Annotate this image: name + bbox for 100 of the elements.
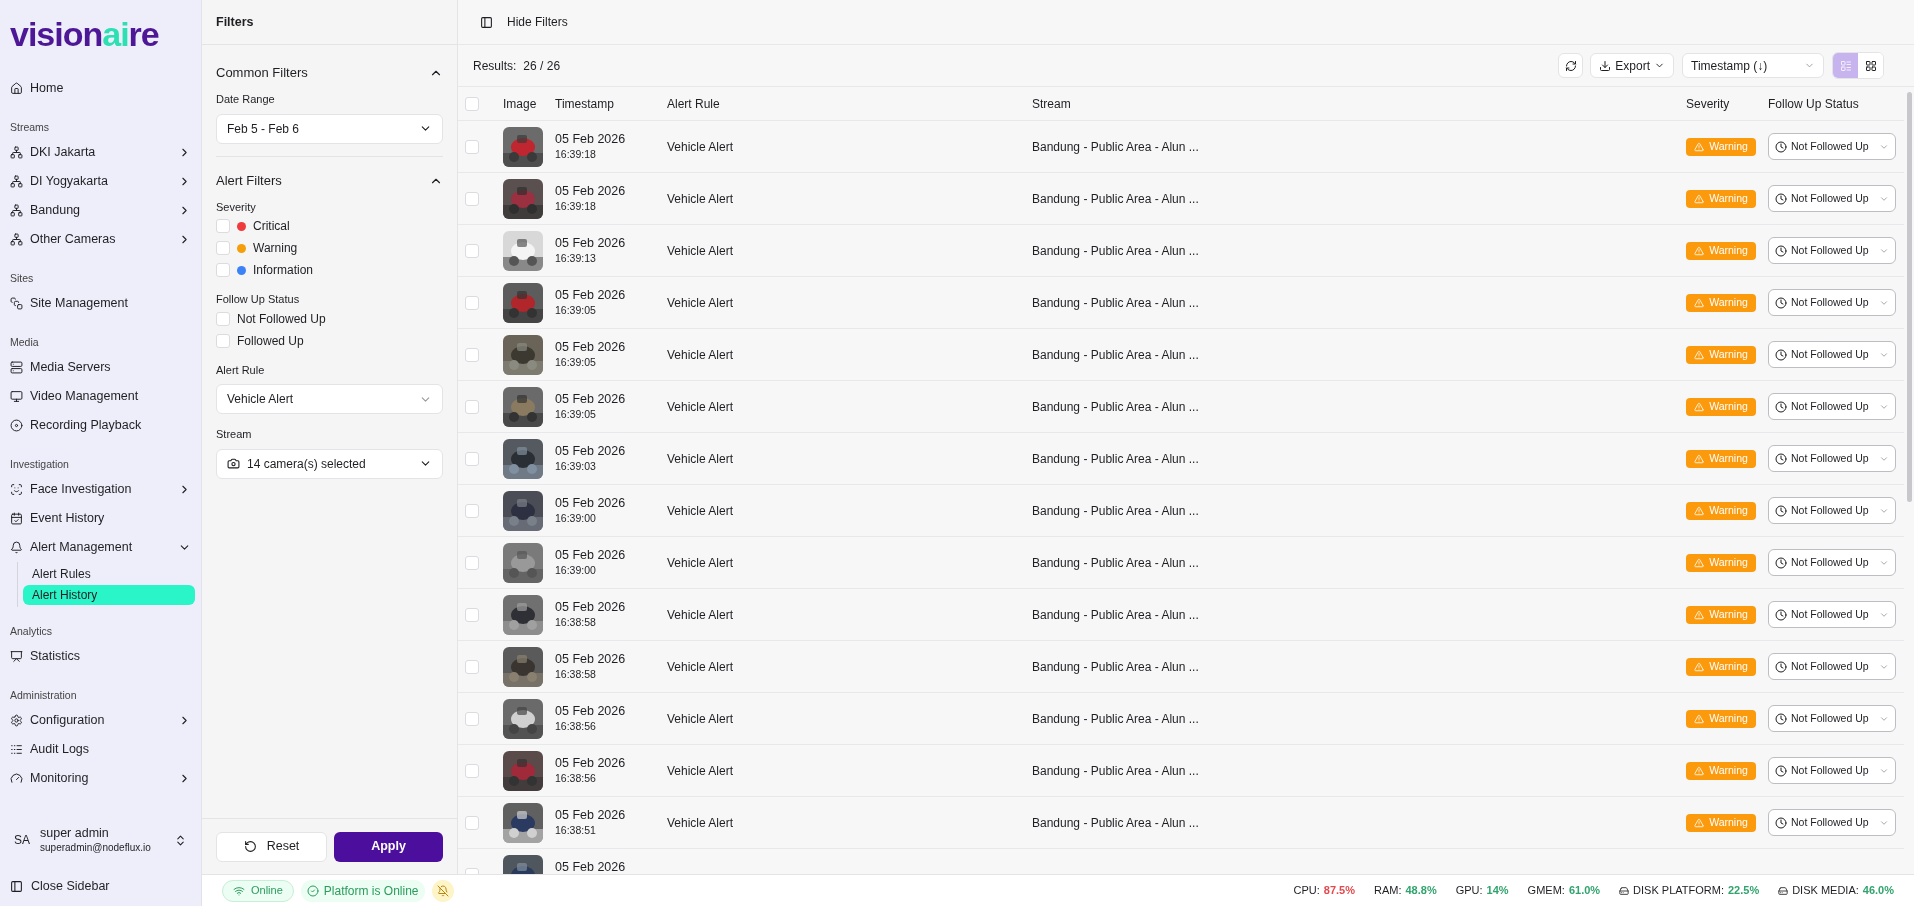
- warning-icon: [1694, 609, 1705, 620]
- follow-up-select[interactable]: Not Followed Up: [1768, 393, 1896, 420]
- severity-badge: Warning: [1686, 189, 1756, 208]
- checkbox[interactable]: [465, 399, 479, 414]
- nav-item[interactable]: Recording Playback: [4, 411, 197, 440]
- severity-badge: Warning: [1686, 397, 1756, 416]
- time-text: 16:38:58: [555, 667, 597, 681]
- clock-icon: [1775, 764, 1787, 777]
- close-sidebar-link[interactable]: Close Sidebar: [31, 876, 110, 896]
- clock-icon: [1775, 556, 1787, 569]
- checkbox[interactable]: [465, 607, 479, 622]
- follow-up-select[interactable]: Not Followed Up: [1768, 601, 1896, 628]
- checkbox[interactable]: [465, 347, 479, 362]
- table-cell-text: Bandung - Public Area - Alun ...: [1032, 138, 1200, 156]
- nav-subitem[interactable]: Alert History: [23, 585, 195, 605]
- nav-item[interactable]: DI Yogyakarta: [4, 167, 197, 196]
- nav-item[interactable]: Home: [4, 74, 197, 103]
- clock-icon: [1775, 296, 1787, 309]
- nav-item[interactable]: Video Management: [4, 382, 197, 411]
- stream-select[interactable]: 14 camera(s) selected: [216, 448, 443, 479]
- severity-badge: Warning: [1686, 605, 1756, 624]
- nav-item[interactable]: Event History: [4, 504, 197, 533]
- time-text: 16:39:13: [555, 251, 597, 265]
- checkbox[interactable]: [465, 503, 479, 518]
- nav-item[interactable]: Site Management: [4, 289, 197, 318]
- platform-status-badge: Platform is Online: [300, 879, 425, 902]
- follow-up-select[interactable]: Not Followed Up: [1768, 341, 1896, 368]
- metric-value: 14%: [1486, 883, 1509, 899]
- checkbox[interactable]: [216, 263, 230, 277]
- checkbox[interactable]: [465, 763, 479, 778]
- checkbox[interactable]: [465, 451, 479, 466]
- warning-icon: [1694, 193, 1705, 204]
- apply-button[interactable]: Apply: [334, 831, 443, 862]
- checkbox[interactable]: [216, 311, 230, 326]
- nav-item[interactable]: Audit Logs: [4, 735, 197, 764]
- panel-icon[interactable]: [480, 15, 493, 29]
- time-text: 16:39:03: [555, 459, 597, 473]
- sort-select[interactable]: Timestamp (↓): [1682, 53, 1824, 78]
- time-text: 16:39:05: [555, 355, 597, 369]
- severity-badge: Warning: [1686, 137, 1756, 156]
- alert-rule-select[interactable]: Vehicle Alert: [216, 384, 443, 414]
- follow-up-select[interactable]: Not Followed Up: [1768, 653, 1896, 680]
- follow-up-select[interactable]: Not Followed Up: [1768, 705, 1896, 732]
- follow-up-select[interactable]: Not Followed Up: [1768, 185, 1896, 212]
- settings-icon: [10, 714, 23, 727]
- follow-up-select[interactable]: Not Followed Up: [1768, 809, 1896, 836]
- table-cell-text: Bandung - Public Area - Alun ...: [1032, 554, 1200, 572]
- checkbox[interactable]: [216, 219, 230, 233]
- checkbox[interactable]: [465, 711, 479, 726]
- checkbox[interactable]: [465, 139, 479, 154]
- nav-subitem[interactable]: Alert Rules: [23, 564, 195, 584]
- wifi-icon: [233, 884, 245, 897]
- checkbox[interactable]: [465, 243, 479, 258]
- metric-value: 46.0%: [1862, 883, 1894, 899]
- time-text: 16:39:00: [555, 563, 597, 577]
- logo: visionaire: [10, 17, 159, 51]
- nav-item[interactable]: Monitoring: [4, 764, 197, 793]
- refresh-button[interactable]: [1558, 53, 1584, 78]
- checkbox[interactable]: [465, 191, 479, 206]
- checkbox[interactable]: [216, 241, 230, 255]
- nav-item[interactable]: Face Investigation: [4, 475, 197, 504]
- hide-filters-button[interactable]: Hide Filters: [507, 13, 568, 31]
- reset-button[interactable]: Reset: [216, 831, 327, 862]
- follow-up-select[interactable]: Not Followed Up: [1768, 237, 1896, 264]
- export-button[interactable]: Export: [1590, 53, 1674, 78]
- checkbox[interactable]: [465, 555, 479, 570]
- nav-item[interactable]: Configuration: [4, 706, 197, 735]
- follow-up-select[interactable]: Not Followed Up: [1768, 289, 1896, 316]
- nav-item[interactable]: Bandung: [4, 196, 197, 225]
- follow-up-select[interactable]: Not Followed Up: [1768, 757, 1896, 784]
- metric-label: CPU:: [1293, 883, 1320, 899]
- field-label: Follow Up Status: [216, 292, 301, 307]
- disc-icon: [10, 419, 23, 432]
- clock-icon: [1775, 816, 1787, 829]
- notifications-off-button[interactable]: [431, 879, 454, 902]
- face-scan-icon: [10, 483, 23, 496]
- clock-icon: [1775, 608, 1787, 621]
- checkbox[interactable]: [465, 659, 479, 674]
- home-icon: [10, 82, 23, 95]
- expand-icon[interactable]: [174, 833, 187, 847]
- scrollbar[interactable]: [1907, 92, 1912, 502]
- nav-item[interactable]: Statistics: [4, 642, 197, 671]
- severity-badge: Warning: [1686, 657, 1756, 676]
- checkbox[interactable]: [216, 333, 230, 348]
- follow-up-select[interactable]: Not Followed Up: [1768, 133, 1896, 160]
- follow-up-select[interactable]: Not Followed Up: [1768, 497, 1896, 524]
- column-header: Follow Up Status: [1768, 95, 1860, 113]
- nav-item[interactable]: Alert Management: [4, 533, 197, 562]
- checkbox[interactable]: [465, 815, 479, 830]
- date-range-select[interactable]: Feb 5 - Feb 6: [216, 113, 443, 144]
- nav-item[interactable]: Other Cameras: [4, 225, 197, 254]
- follow-up-select[interactable]: Not Followed Up: [1768, 445, 1896, 472]
- checkbox[interactable]: [465, 96, 479, 111]
- nav-item[interactable]: DKI Jakarta: [4, 138, 197, 167]
- column-header: Alert Rule: [667, 95, 721, 113]
- table-cell-text: Bandung - Public Area - Alun ...: [1032, 658, 1200, 676]
- table-cell-text: Vehicle Alert: [667, 138, 735, 156]
- nav-item[interactable]: Media Servers: [4, 353, 197, 382]
- checkbox[interactable]: [465, 295, 479, 310]
- follow-up-select[interactable]: Not Followed Up: [1768, 549, 1896, 576]
